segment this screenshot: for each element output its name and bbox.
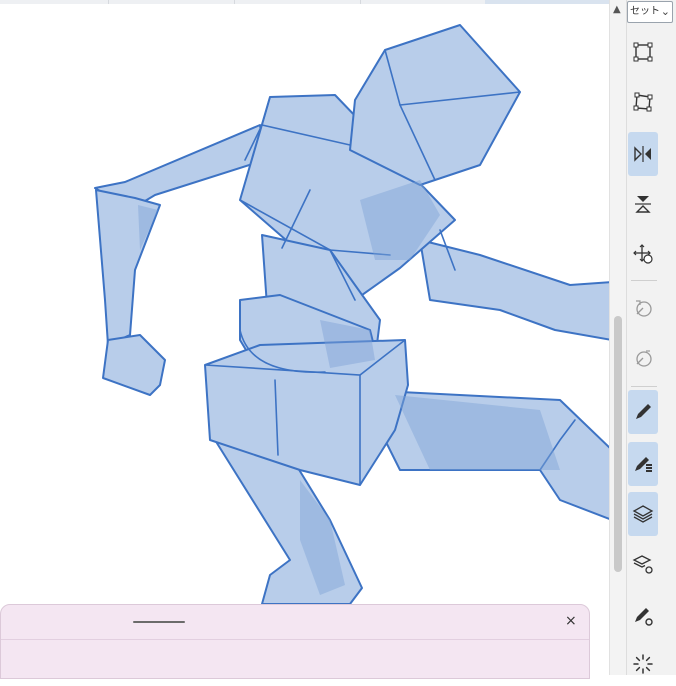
move-rotate-tool-button[interactable] bbox=[628, 232, 658, 276]
free-transform-tool-button[interactable] bbox=[628, 80, 658, 124]
rotate-left-tool-button[interactable] bbox=[628, 286, 658, 330]
pen-layer-icon bbox=[635, 457, 652, 472]
tool-set-select-value: セット bbox=[630, 6, 660, 17]
transform-tool-button[interactable] bbox=[628, 30, 658, 74]
close-icon[interactable]: × bbox=[565, 614, 577, 628]
transform-icon bbox=[633, 42, 653, 62]
move-rotate-icon bbox=[633, 244, 653, 264]
drag-handle[interactable] bbox=[133, 621, 185, 623]
mannequin-sketch bbox=[94, 24, 609, 605]
chevron-down-icon: ⌄ bbox=[660, 5, 670, 18]
scroll-up-arrow-icon[interactable]: ▲ bbox=[613, 5, 621, 15]
layer-settings-icon bbox=[632, 555, 653, 574]
rotate-left-icon bbox=[636, 300, 652, 317]
tool-panel: セット ⌄ bbox=[626, 0, 676, 675]
pen-layer-tool-button[interactable] bbox=[628, 442, 658, 486]
flip-vertical-icon bbox=[635, 196, 651, 213]
rotate-right-icon bbox=[636, 350, 652, 367]
bottom-sheet-panel: × bbox=[0, 604, 590, 679]
layers-tool-button[interactable] bbox=[628, 492, 658, 536]
flip-vertical-tool-button[interactable] bbox=[628, 182, 658, 226]
flip-horizontal-tool-button[interactable] bbox=[628, 132, 658, 176]
rotate-right-tool-button[interactable] bbox=[628, 336, 658, 380]
canvas-vertical-scrollbar[interactable]: ▲ bbox=[609, 0, 626, 675]
pen-icon bbox=[636, 404, 651, 419]
layer-settings-tool-button[interactable] bbox=[628, 542, 658, 586]
free-transform-icon bbox=[633, 92, 653, 112]
scrollbar-thumb[interactable] bbox=[614, 316, 622, 572]
pen-settings-icon bbox=[635, 608, 653, 626]
loading-spinner-icon bbox=[633, 654, 653, 674]
layers-icon bbox=[632, 505, 654, 523]
pen-settings-tool-button[interactable] bbox=[628, 594, 658, 638]
pen-tool-button[interactable] bbox=[628, 390, 658, 434]
flip-horizontal-icon bbox=[634, 146, 651, 162]
bottom-sheet-header: × bbox=[1, 605, 589, 640]
tool-set-select[interactable]: セット ⌄ bbox=[627, 1, 673, 23]
drawing-canvas[interactable] bbox=[0, 0, 609, 675]
loading-tool-button[interactable] bbox=[628, 642, 658, 686]
